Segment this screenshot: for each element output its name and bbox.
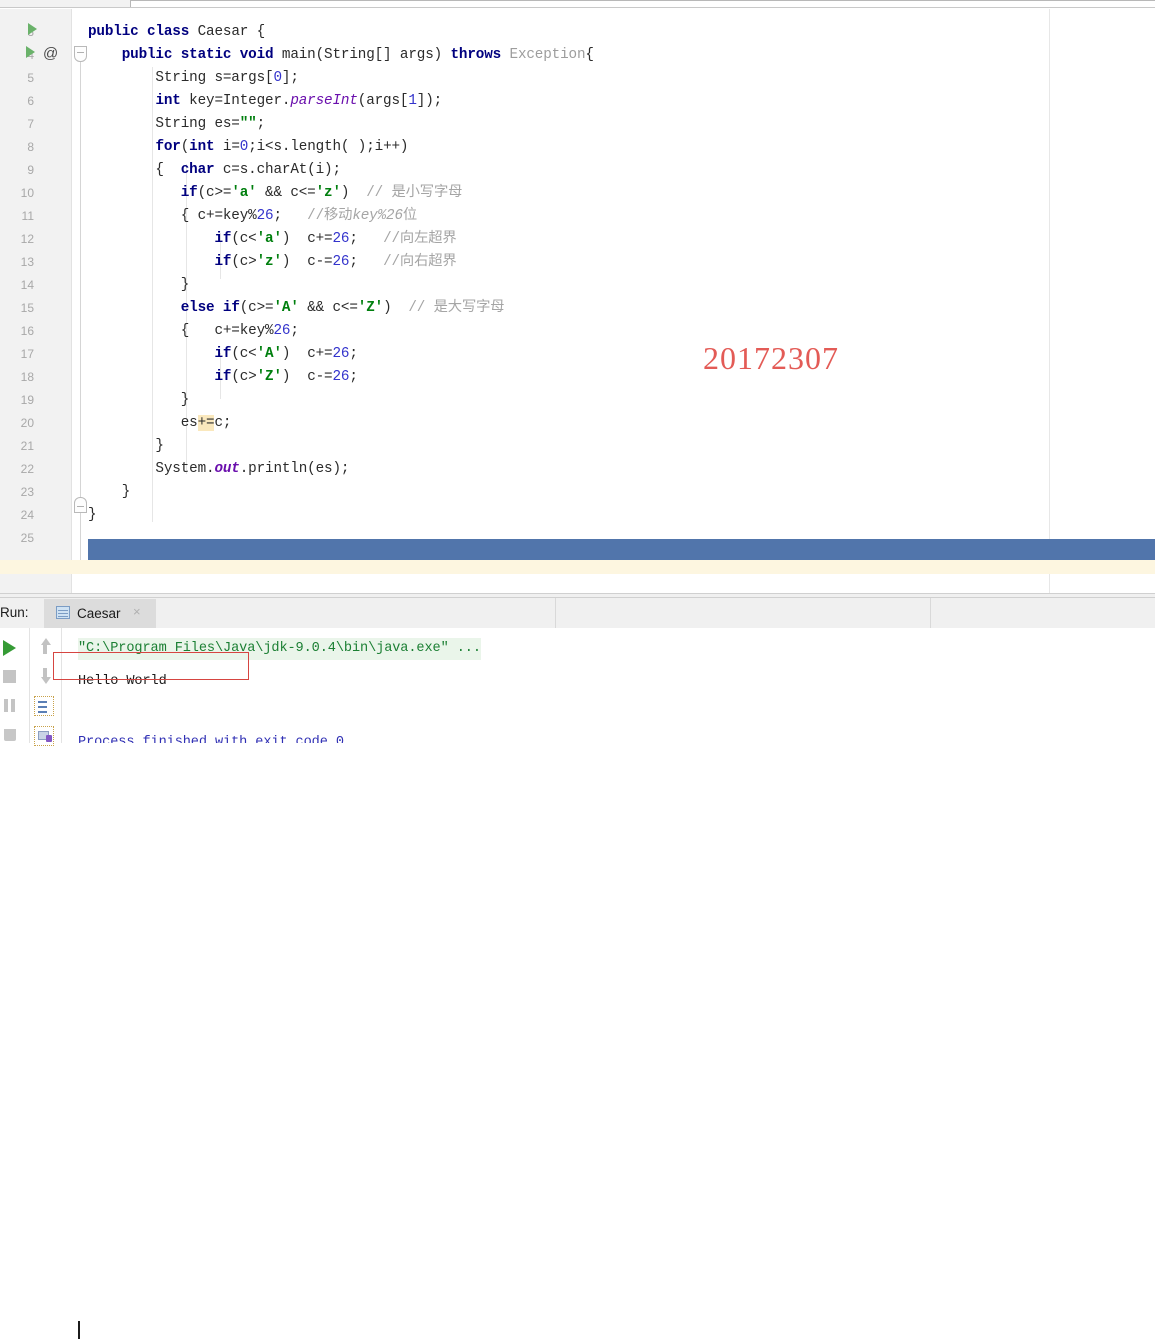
line-number: 20: [20, 416, 34, 430]
line-number: 5: [27, 71, 34, 85]
code-line-21[interactable]: }: [88, 435, 164, 458]
run-gutter-icon-line-3[interactable]: [26, 22, 40, 36]
line-number: 17: [20, 347, 34, 361]
run-label: Run:: [0, 605, 29, 620]
annotation-at-icon[interactable]: @: [43, 46, 58, 61]
code-line-16[interactable]: { c+=key%26;: [88, 320, 299, 343]
code-line-14[interactable]: }: [88, 274, 190, 297]
selected-line-highlight: [88, 539, 1155, 560]
code-line-10[interactable]: if(c>='a' && c<='z') // 是小写字母: [88, 182, 463, 205]
soft-wrap-icon[interactable]: [34, 696, 54, 716]
run-toolbar-secondary[interactable]: [30, 628, 62, 746]
current-line-highlight: [0, 560, 1155, 574]
code-line-12[interactable]: if(c<'a') c+=26; //向左超界: [88, 228, 456, 251]
code-line-18[interactable]: if(c>'Z') c-=26;: [88, 366, 357, 389]
run-tool-window-header: Run: Caesar ×: [0, 598, 1155, 628]
line-number: 9: [27, 163, 34, 177]
code-line-8[interactable]: for(int i=0;i<s.length( );i++): [88, 136, 408, 159]
line-number: 22: [20, 462, 34, 476]
fold-expand-icon[interactable]: [74, 497, 87, 513]
code-line-24[interactable]: }: [88, 504, 97, 527]
fold-collapse-icon[interactable]: [74, 46, 87, 62]
line-number: 24: [20, 508, 34, 522]
line-number: 7: [27, 117, 34, 131]
arrow-down-icon[interactable]: [35, 666, 55, 686]
code-line-6[interactable]: int key=Integer.parseInt(args[1]);: [88, 90, 442, 113]
line-number: 14: [20, 278, 34, 292]
arrow-up-icon[interactable]: [35, 636, 55, 656]
run-tab-caesar[interactable]: Caesar ×: [44, 599, 156, 628]
line-number: 6: [27, 94, 34, 108]
line-number: 18: [20, 370, 34, 384]
line-number: 23: [20, 485, 34, 499]
line-number: 16: [20, 324, 34, 338]
pause-icon[interactable]: [0, 696, 20, 716]
editor-tab-strip: [0, 0, 1155, 8]
trash-icon[interactable]: [0, 725, 20, 745]
code-line-19[interactable]: }: [88, 389, 190, 412]
line-number: 15: [20, 301, 34, 315]
code-line-17[interactable]: if(c<'A') c+=26;: [88, 343, 357, 366]
line-number: 25: [20, 531, 34, 545]
line-number: 21: [20, 439, 34, 453]
code-line-3[interactable]: public class Caesar {: [88, 21, 265, 44]
print-icon[interactable]: [34, 726, 54, 746]
code-line-4[interactable]: public static void main(String[] args) t…: [88, 44, 594, 67]
close-icon[interactable]: ×: [133, 605, 144, 618]
header-divider-2: [930, 598, 931, 628]
java-class-icon: [56, 606, 70, 619]
console-output[interactable]: "C:\Program Files\Java\jdk-9.0.4\bin\jav…: [62, 628, 1155, 743]
run-gutter-icon-line-4[interactable]: [24, 45, 38, 59]
line-number: 8: [27, 140, 34, 154]
code-line-5[interactable]: String s=args[0];: [88, 67, 298, 90]
run-toolbar-left[interactable]: [0, 628, 30, 743]
stop-icon[interactable]: [0, 667, 20, 687]
ide-window: 3 4 5 6 7 8 9 10 11 12 13 14 15 16 17 18 19 20 21 22 23 24 25 …: [0, 0, 1155, 1339]
code-line-7[interactable]: String es="";: [88, 113, 265, 136]
run-icon[interactable]: [0, 638, 20, 658]
line-number: 12: [20, 232, 34, 246]
code-line-20[interactable]: es+=c;: [88, 412, 231, 435]
line-number: 13: [20, 255, 34, 269]
code-line-13[interactable]: if(c>'z') c-=26; //向右超界: [88, 251, 456, 274]
code-line-9[interactable]: { char c=s.charAt(i);: [88, 159, 341, 182]
run-tab-label: Caesar: [77, 606, 121, 621]
code-line-23[interactable]: }: [88, 481, 131, 504]
console-caret: [78, 1321, 80, 1339]
header-divider-1: [555, 598, 556, 628]
line-number: 10: [20, 186, 34, 200]
editor-tab-well[interactable]: [130, 0, 1155, 7]
fold-region-line: [80, 62, 81, 497]
console-status-line: Process finished with exit code 0: [78, 735, 344, 743]
code-line-15[interactable]: else if(c>='A' && c<='Z') // 是大写字母: [88, 297, 505, 320]
line-number: 19: [20, 393, 34, 407]
line-number: 11: [21, 209, 34, 223]
annotation-highlight-box: [53, 652, 249, 680]
code-editor[interactable]: 3 4 5 6 7 8 9 10 11 12 13 14 15 16 17 18 19 20 21 22 23 24 25 …: [0, 9, 1155, 593]
right-margin-guide: [1049, 9, 1050, 593]
code-line-11[interactable]: { c+=key%26; //移动key%26位: [88, 205, 417, 228]
watermark-student-id: 20172307: [703, 340, 839, 376]
code-line-22[interactable]: System.out.println(es);: [88, 458, 349, 481]
